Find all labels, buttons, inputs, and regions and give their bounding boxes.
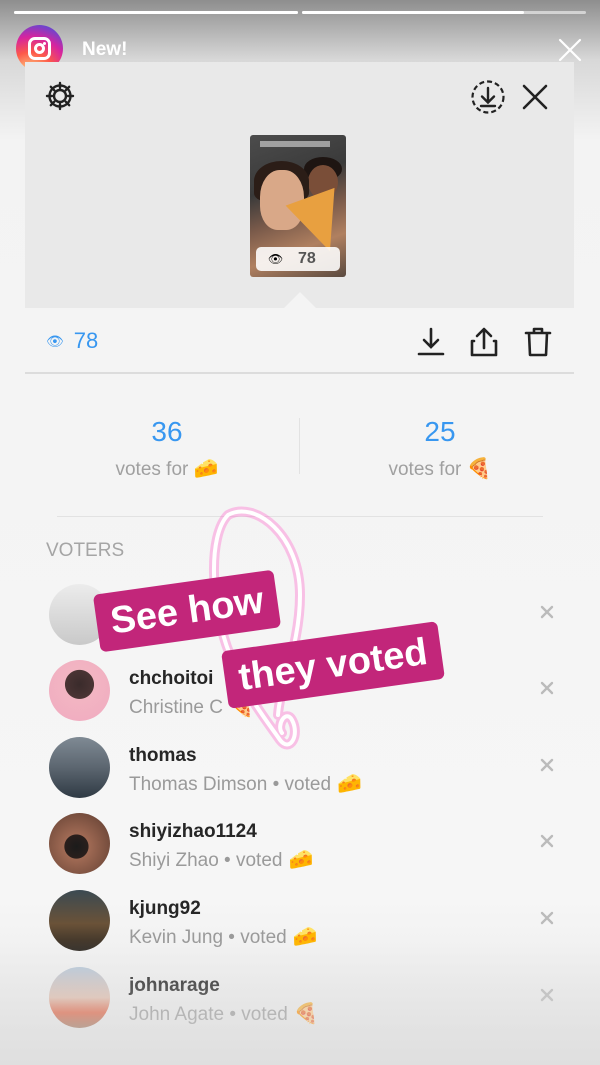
avatar[interactable] bbox=[49, 737, 110, 798]
eye-icon: 👁 bbox=[46, 332, 64, 349]
poll-option-1[interactable]: 36 votes for 🧀 bbox=[67, 416, 267, 481]
cheese-icon: 🧀 bbox=[292, 926, 318, 948]
story-screen: New! 👁 78 👁 78 36 votes for 🧀 25 votes f… bbox=[0, 0, 600, 1065]
voter-row[interactable]: kjung92 Kevin Jung • voted 🧀 bbox=[0, 890, 600, 960]
poll-divider bbox=[299, 418, 300, 474]
voter-row[interactable]: johnarage John Agate • voted 🍕 bbox=[0, 967, 600, 1037]
pizza-icon: 🍕 bbox=[466, 458, 492, 480]
cheese-icon: 🧀 bbox=[337, 773, 362, 795]
story-new-label: New! bbox=[82, 39, 128, 60]
x-icon[interactable] bbox=[538, 603, 556, 621]
thumbnail-view-badge: 👁 78 bbox=[256, 247, 340, 271]
story-thumbnail[interactable]: 👁 78 bbox=[250, 135, 346, 277]
cheese-icon: 🧀 bbox=[288, 849, 314, 871]
close-icon[interactable] bbox=[522, 84, 548, 110]
thumbnail-pointer bbox=[284, 292, 316, 308]
eye-icon: 👁 bbox=[268, 252, 284, 266]
cheese-icon: 🧀 bbox=[193, 458, 219, 480]
divider bbox=[25, 372, 574, 374]
voters-header: VOTERS bbox=[46, 540, 125, 561]
close-icon[interactable] bbox=[558, 38, 582, 62]
download-circle-icon[interactable] bbox=[470, 79, 506, 115]
x-icon[interactable] bbox=[538, 832, 556, 850]
x-icon[interactable] bbox=[538, 756, 556, 774]
avatar[interactable] bbox=[49, 890, 110, 951]
poll-option-2[interactable]: 25 votes for 🍕 bbox=[340, 416, 540, 481]
x-icon[interactable] bbox=[538, 909, 556, 927]
avatar[interactable] bbox=[49, 967, 110, 1028]
voter-row[interactable]: shiyizhao1124 Shiyi Zhao • voted 🧀 bbox=[0, 813, 600, 883]
avatar[interactable] bbox=[49, 660, 110, 721]
download-icon[interactable] bbox=[415, 326, 447, 358]
x-icon[interactable] bbox=[538, 679, 556, 697]
pizza-icon: 🍕 bbox=[293, 1003, 319, 1025]
gear-icon[interactable] bbox=[44, 80, 76, 112]
views-count[interactable]: 👁 78 bbox=[46, 328, 98, 354]
avatar[interactable] bbox=[49, 813, 110, 874]
trash-icon[interactable] bbox=[522, 326, 554, 358]
x-icon[interactable] bbox=[538, 986, 556, 1004]
story-progress-bar-1 bbox=[14, 11, 298, 14]
story-progress-bar-2 bbox=[302, 11, 586, 14]
share-icon[interactable] bbox=[468, 326, 500, 358]
